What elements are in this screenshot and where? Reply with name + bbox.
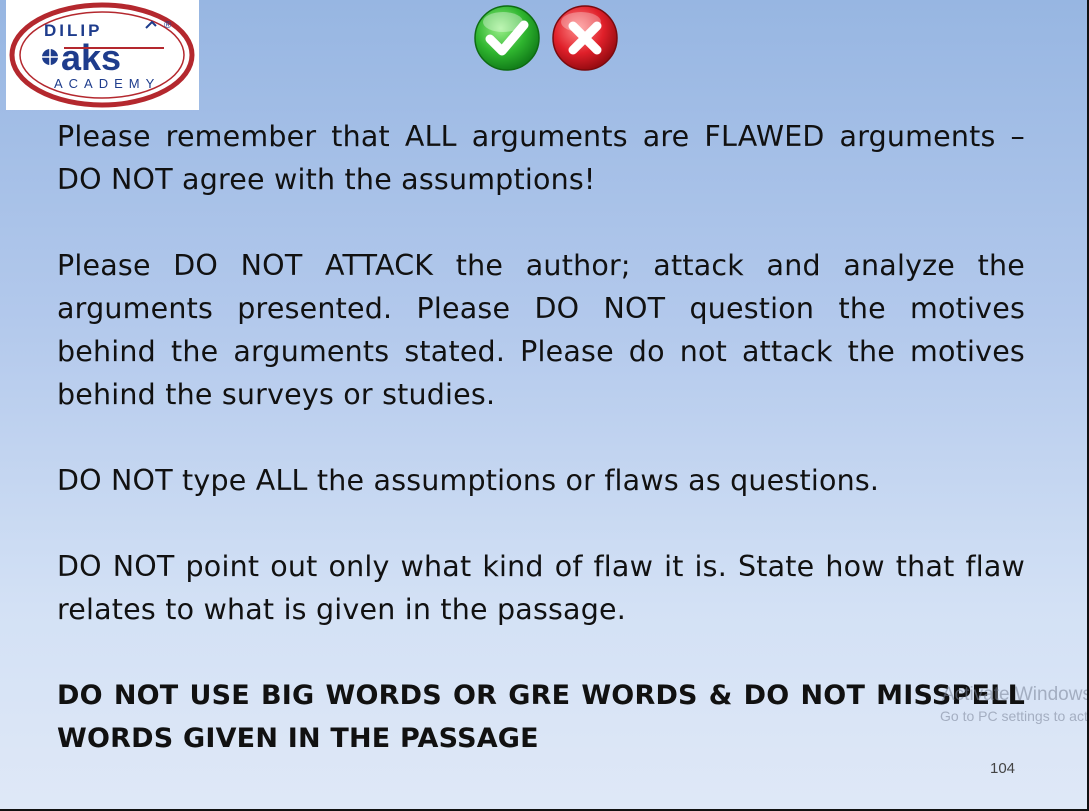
check-icon[interactable] bbox=[473, 4, 541, 72]
logo-graphic: DILIP aks ® ACADEMY bbox=[9, 2, 195, 108]
academy-logo: DILIP aks ® ACADEMY bbox=[6, 0, 199, 110]
logo-registered-mark: ® bbox=[164, 20, 172, 31]
slide: DILIP aks ® ACADEMY Please remember that… bbox=[0, 0, 1089, 811]
paragraph-big-words: DO NOT USE BIG WORDS OR GRE WORDS & DO N… bbox=[57, 680, 1025, 754]
slide-content: Please remember that ALL arguments are F… bbox=[57, 115, 1025, 803]
logo-bottom-text: ACADEMY bbox=[54, 76, 160, 91]
paragraph-questions: DO NOT type ALL the assumptions or flaws… bbox=[57, 464, 880, 497]
paragraph-flawed-arguments: Please remember that ALL arguments are F… bbox=[57, 120, 1025, 196]
paragraph-flaw-kind: DO NOT point out only what kind of flaw … bbox=[57, 550, 1025, 626]
page-number: 104 bbox=[990, 760, 1016, 777]
close-icon[interactable] bbox=[551, 4, 619, 72]
logo-brand-text: aks bbox=[61, 37, 121, 78]
feedback-icons bbox=[473, 4, 619, 72]
paragraph-do-not-attack: Please DO NOT ATTACK the author; attack … bbox=[57, 249, 1025, 411]
